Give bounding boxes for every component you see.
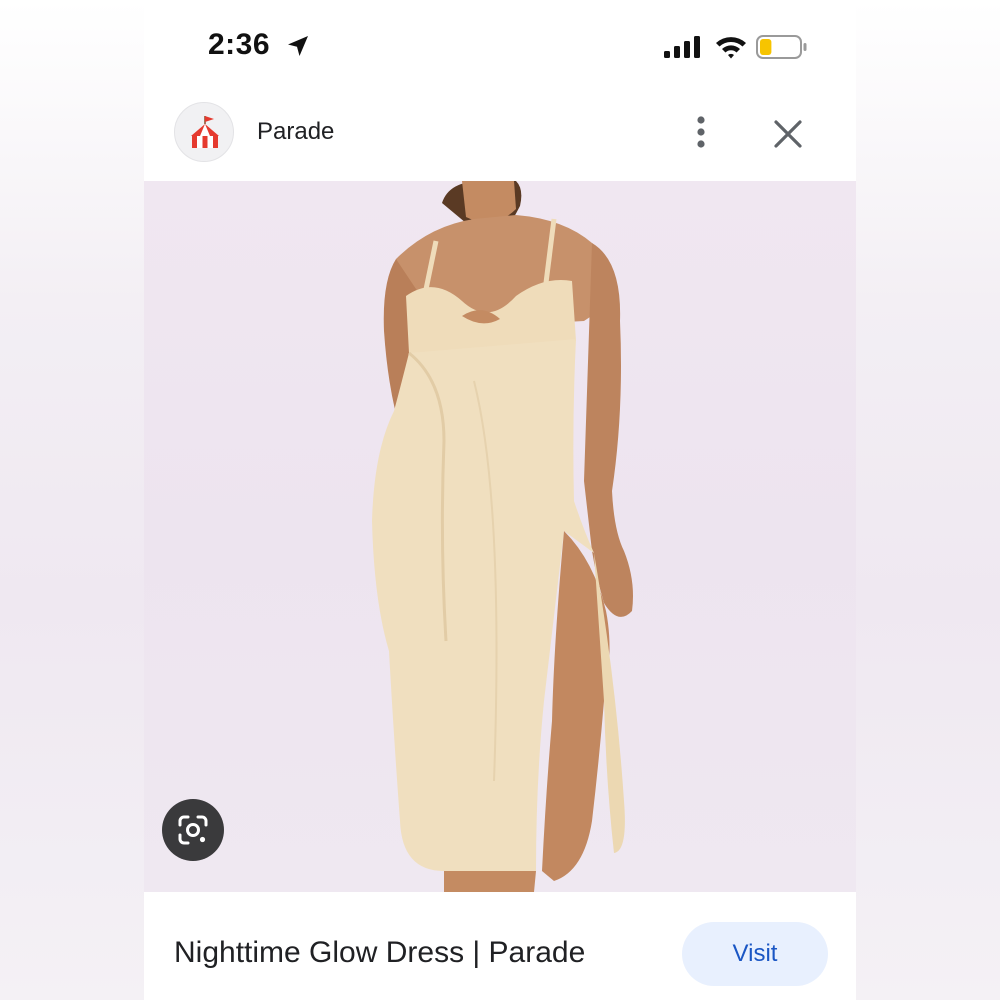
phone-screen: 2:36 Parade Nighttime Glow Dress | Parad… bbox=[144, 0, 856, 1000]
visit-button[interactable]: Visit bbox=[682, 922, 828, 986]
model-dress-illustration bbox=[372, 181, 633, 892]
blurred-backdrop-left bbox=[0, 0, 144, 1000]
result-footer: Nighttime Glow Dress | Parade Visit bbox=[144, 892, 856, 1000]
wifi-icon bbox=[716, 37, 746, 59]
status-time: 2:36 bbox=[208, 28, 271, 61]
location-arrow-icon bbox=[288, 36, 308, 56]
cellular-signal-icon bbox=[664, 36, 700, 58]
product-title[interactable]: Nighttime Glow Dress | Parade bbox=[174, 936, 585, 970]
status-bar: 2:36 bbox=[144, 0, 856, 92]
site-favicon bbox=[174, 102, 234, 162]
more-vertical-icon[interactable] bbox=[684, 112, 718, 152]
close-icon[interactable] bbox=[770, 116, 806, 152]
site-name[interactable]: Parade bbox=[257, 118, 334, 146]
lens-search-button[interactable] bbox=[162, 799, 224, 861]
source-header: Parade bbox=[144, 92, 856, 180]
product-image[interactable] bbox=[144, 181, 856, 892]
google-lens-icon bbox=[178, 815, 208, 845]
circus-tent-icon bbox=[191, 116, 219, 148]
blurred-backdrop-right bbox=[856, 0, 1000, 1000]
battery-icon bbox=[756, 35, 807, 59]
